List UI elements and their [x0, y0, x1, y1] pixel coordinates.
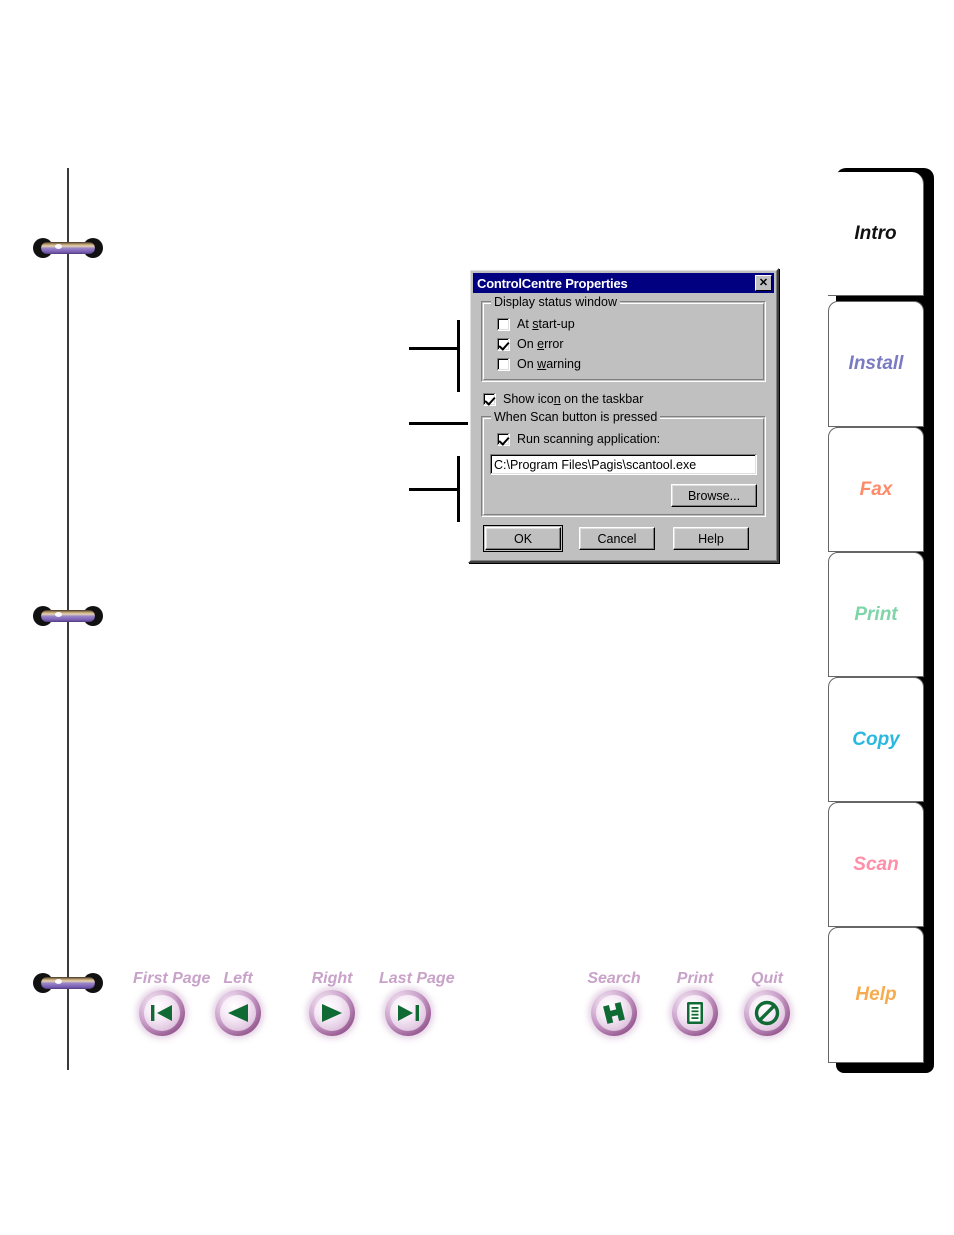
tab-copy[interactable]: Copy — [828, 677, 924, 802]
checkbox-row-at-startup[interactable]: At start-up — [497, 317, 757, 331]
tool-print[interactable]: Print — [666, 970, 724, 1036]
dialog-inner-frame: ControlCentre Properties ✕ Display statu… — [470, 270, 777, 561]
display-status-window-group: Display status window At start-up On err… — [481, 295, 766, 382]
cancel-button[interactable]: Cancel — [579, 527, 655, 550]
tab-label-fax: Fax — [859, 478, 893, 500]
first-page-icon[interactable] — [139, 990, 185, 1036]
print-icon[interactable] — [672, 990, 718, 1036]
scan-button-action-group: When Scan button is pressed Run scanning… — [481, 410, 766, 517]
callout-bracket-display-status — [409, 320, 460, 392]
group-title-display-status: Display status window — [491, 295, 620, 309]
checkbox-row-on-warning[interactable]: On warning — [497, 357, 757, 371]
next-page-icon[interactable] — [309, 990, 355, 1036]
tab-label-print: Print — [854, 603, 898, 625]
tab-print[interactable]: Print — [828, 552, 924, 677]
checkbox-label-on-error: On error — [517, 337, 564, 351]
nav-right[interactable]: Right — [303, 970, 361, 1036]
nav-label-last-page: Last Page — [379, 970, 455, 987]
checkbox-label-on-warning: On warning — [517, 357, 581, 371]
tool-label-search: Search — [587, 970, 641, 987]
ring-glint — [55, 244, 62, 249]
tab-label-help: Help — [855, 984, 897, 1005]
nav-label-right: Right — [311, 970, 353, 987]
checkbox-on-error[interactable] — [497, 337, 510, 351]
scanning-application-path-input[interactable] — [490, 454, 757, 475]
bracket-vertical — [457, 320, 460, 392]
tab-label-install: Install — [848, 353, 904, 374]
checkbox-label-at-startup: At start-up — [517, 317, 575, 331]
tab-fax[interactable]: Fax — [828, 427, 924, 552]
checkbox-row-run-scanning-app[interactable]: Run scanning application: — [497, 432, 757, 446]
callout-bracket-scan-action — [409, 456, 460, 522]
tool-search[interactable]: Search — [585, 970, 643, 1036]
nav-left[interactable]: Left — [209, 970, 267, 1036]
search-icon[interactable] — [591, 990, 637, 1036]
bracket-horizontal — [409, 347, 460, 350]
browse-row: Browse... — [490, 484, 757, 507]
help-button[interactable]: Help — [673, 527, 749, 550]
nav-first-page[interactable]: First Page — [133, 970, 211, 1036]
group-title-scan-action: When Scan button is pressed — [491, 410, 661, 424]
close-icon[interactable]: ✕ — [755, 275, 772, 291]
checkbox-on-warning[interactable] — [497, 357, 510, 371]
dialog-body: Display status window At start-up On err… — [473, 293, 774, 558]
ring-glint — [55, 979, 62, 984]
tab-label-copy: Copy — [852, 728, 900, 750]
tab-label-scan: Scan — [853, 853, 899, 875]
binder-ring-bottom — [33, 973, 103, 993]
last-page-icon[interactable] — [385, 990, 431, 1036]
ring-bar — [41, 977, 95, 989]
binder-ring-top — [33, 238, 103, 258]
section-tab-strip: Intro Install Fax Print Copy Scan Help — [828, 168, 934, 1073]
dialog-title: ControlCentre Properties — [477, 275, 628, 291]
checkbox-row-show-icon-taskbar[interactable]: Show icon on the taskbar — [483, 392, 766, 406]
nav-last-page[interactable]: Last Page — [379, 970, 455, 1036]
dialog-button-row: OK Cancel Help — [481, 525, 766, 552]
tab-intro[interactable]: Intro — [828, 172, 924, 296]
nav-label-left: Left — [223, 970, 253, 987]
quit-icon[interactable] — [744, 990, 790, 1036]
bracket-horizontal — [409, 488, 460, 491]
ring-glint — [55, 612, 62, 617]
checkbox-label-show-icon-taskbar: Show icon on the taskbar — [503, 392, 644, 406]
nav-label-first-page: First Page — [133, 970, 211, 987]
tab-scan[interactable]: Scan — [828, 802, 924, 927]
tool-quit[interactable]: Quit — [738, 970, 796, 1036]
tab-install[interactable]: Install — [828, 301, 924, 427]
tab-help[interactable]: Help — [828, 927, 924, 1063]
tab-label-intro: Intro — [854, 222, 897, 244]
previous-page-icon[interactable] — [215, 990, 261, 1036]
checkbox-show-icon-taskbar[interactable] — [483, 392, 496, 406]
browse-button[interactable]: Browse... — [671, 484, 757, 507]
dialog-titlebar: ControlCentre Properties ✕ — [473, 273, 774, 293]
checkbox-at-startup[interactable] — [497, 317, 510, 331]
tool-label-quit: Quit — [751, 970, 783, 987]
ring-bar — [41, 242, 95, 254]
ring-bar — [41, 610, 95, 622]
tool-label-print: Print — [676, 970, 714, 987]
page-root: ControlCentre Properties ✕ Display statu… — [0, 0, 954, 1235]
checkbox-label-run-scanning-app: Run scanning application: — [517, 432, 661, 446]
callout-leader-taskbar — [409, 422, 471, 425]
controlcentre-properties-dialog: ControlCentre Properties ✕ Display statu… — [468, 268, 779, 563]
ok-button[interactable]: OK — [483, 525, 563, 552]
checkbox-row-on-error[interactable]: On error — [497, 337, 757, 351]
checkbox-run-scanning-app[interactable] — [497, 432, 510, 446]
binder-ring-middle — [33, 606, 103, 626]
